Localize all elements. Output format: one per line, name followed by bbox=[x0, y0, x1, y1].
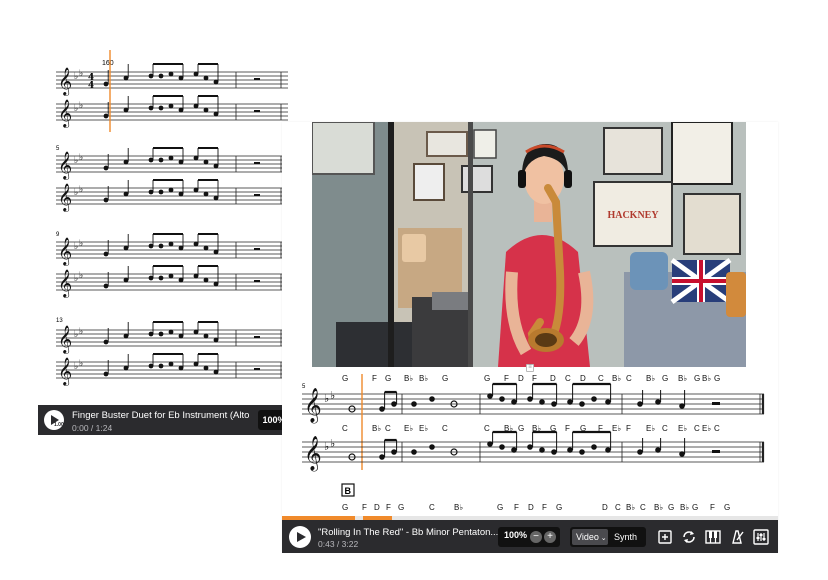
svg-text:C: C bbox=[565, 374, 571, 383]
svg-text:G: G bbox=[518, 424, 524, 433]
svg-text:G: G bbox=[342, 503, 348, 512]
svg-text:G: G bbox=[385, 374, 391, 383]
svg-text:B♭: B♭ bbox=[646, 374, 655, 383]
svg-text:G: G bbox=[662, 374, 668, 383]
svg-text:C: C bbox=[615, 503, 621, 512]
mixer-icon[interactable] bbox=[752, 528, 770, 546]
svg-text:E♭: E♭ bbox=[404, 424, 413, 433]
song-title: "Rolling In The Red" - Bb Minor Pentaton… bbox=[318, 527, 498, 538]
zoom-value: 100% bbox=[504, 530, 528, 540]
svg-text:B♭: B♭ bbox=[680, 503, 689, 512]
svg-text:F: F bbox=[386, 503, 391, 512]
chord-row-bottom: C B♭ C E♭ E♭ C C B♭ G B♭ G F G F E♭ F E♭… bbox=[342, 424, 720, 433]
svg-text:D: D bbox=[528, 503, 534, 512]
metronome-icon[interactable] bbox=[728, 528, 746, 546]
svg-text:D: D bbox=[550, 374, 556, 383]
svg-text:G: G bbox=[714, 374, 720, 383]
svg-text:D: D bbox=[374, 503, 380, 512]
svg-text:G: G bbox=[342, 374, 348, 383]
zoom-control: 100% − + bbox=[498, 527, 560, 547]
song-title: Finger Buster Duet for Eb Instrument (Al… bbox=[72, 410, 252, 421]
svg-text:E♭: E♭ bbox=[678, 424, 687, 433]
svg-text:F: F bbox=[372, 374, 377, 383]
svg-text:G: G bbox=[497, 503, 503, 512]
svg-text:F: F bbox=[565, 424, 570, 433]
video-frame: HACKNEY bbox=[312, 122, 746, 367]
svg-text:C: C bbox=[714, 424, 720, 433]
video-sign-text: HACKNEY bbox=[607, 210, 659, 221]
svg-text:F: F bbox=[532, 374, 537, 383]
svg-text:G: G bbox=[442, 374, 448, 383]
svg-text:E♭: E♭ bbox=[419, 424, 428, 433]
svg-text:D: D bbox=[602, 503, 608, 512]
front-player-bar: "Rolling In The Red" - Bb Minor Pentaton… bbox=[282, 520, 778, 553]
svg-text:C: C bbox=[442, 424, 448, 433]
svg-text:C: C bbox=[385, 424, 391, 433]
svg-text:F: F bbox=[710, 503, 715, 512]
front-sheet-music: 𝄞 ♭ ♭ 5 G F G B♭ B♭ G G F D F D C D C B♭… bbox=[300, 374, 766, 512]
section-marker: B bbox=[345, 486, 352, 496]
svg-text:B♭: B♭ bbox=[654, 503, 663, 512]
back-score-window: 𝄞 ♭ ♭ 4 4 160 5 9 13 bbox=[38, 48, 288, 436]
mode-toggle: Video ⌄ Synth bbox=[570, 527, 646, 547]
tempo-marking: 160 bbox=[102, 60, 114, 67]
back-player-bar: 1.00 Finger Buster Duet for Eb Instrumen… bbox=[38, 405, 290, 435]
back-sheet-music: 𝄞 ♭ ♭ 4 4 160 5 9 13 bbox=[55, 50, 288, 386]
zoom-in-button[interactable]: + bbox=[544, 531, 556, 543]
svg-text:C: C bbox=[694, 424, 700, 433]
svg-text:F: F bbox=[626, 424, 631, 433]
svg-text:4: 4 bbox=[88, 81, 94, 91]
svg-text:E♭: E♭ bbox=[612, 424, 621, 433]
svg-text:F: F bbox=[542, 503, 547, 512]
svg-text:C: C bbox=[640, 503, 646, 512]
svg-text:G: G bbox=[398, 503, 404, 512]
svg-text:C: C bbox=[626, 374, 632, 383]
svg-text:B♭: B♭ bbox=[612, 374, 621, 383]
svg-text:D: D bbox=[580, 374, 586, 383]
svg-text:F: F bbox=[504, 374, 509, 383]
svg-text:B♭: B♭ bbox=[678, 374, 687, 383]
chord-row-top: G F G B♭ B♭ G G F D F D C D C B♭ C B♭ G … bbox=[342, 374, 720, 383]
svg-text:E♭: E♭ bbox=[702, 424, 711, 433]
svg-text:G: G bbox=[556, 503, 562, 512]
svg-text:B♭: B♭ bbox=[454, 503, 463, 512]
svg-text:B♭: B♭ bbox=[404, 374, 413, 383]
playback-time: 0:00 / 1:24 bbox=[72, 423, 113, 433]
front-player-window: HACKNEY ≡ 𝄞 ♭ ♭ 5 G F G B♭ B♭ G G F D F … bbox=[282, 122, 778, 552]
svg-text:C: C bbox=[484, 424, 490, 433]
svg-text:B♭: B♭ bbox=[372, 424, 381, 433]
svg-text:G: G bbox=[484, 374, 490, 383]
svg-text:G: G bbox=[692, 503, 698, 512]
svg-text:F: F bbox=[514, 503, 519, 512]
add-layer-icon[interactable] bbox=[656, 528, 674, 546]
svg-text:C: C bbox=[342, 424, 348, 433]
svg-text:G: G bbox=[694, 374, 700, 383]
loop-icon[interactable] bbox=[680, 528, 698, 546]
svg-text:B♭: B♭ bbox=[419, 374, 428, 383]
svg-text:F: F bbox=[362, 503, 367, 512]
svg-text:C: C bbox=[662, 424, 668, 433]
svg-text:G: G bbox=[668, 503, 674, 512]
svg-text:C: C bbox=[429, 503, 435, 512]
svg-text:G: G bbox=[724, 503, 730, 512]
speed-badge: 1.00 bbox=[54, 422, 64, 428]
svg-text:B♭: B♭ bbox=[702, 374, 711, 383]
mode-video-dropdown[interactable]: Video ⌄ bbox=[572, 529, 608, 545]
zoom-out-button[interactable]: − bbox=[530, 531, 542, 543]
svg-text:D: D bbox=[518, 374, 524, 383]
svg-text:C: C bbox=[598, 374, 604, 383]
measure-number: 13 bbox=[56, 318, 63, 324]
svg-text:E♭: E♭ bbox=[646, 424, 655, 433]
video-panel[interactable]: HACKNEY bbox=[312, 122, 746, 367]
piano-icon[interactable] bbox=[704, 528, 722, 546]
chord-row-next: G F D F G C B♭ G F D F G D C B♭ C B♭ G B… bbox=[342, 503, 730, 512]
play-button[interactable] bbox=[289, 526, 311, 548]
mode-synth-option[interactable]: Synth bbox=[614, 529, 637, 545]
svg-text:B♭: B♭ bbox=[626, 503, 635, 512]
playback-time: 0:43 / 3:22 bbox=[318, 539, 359, 549]
